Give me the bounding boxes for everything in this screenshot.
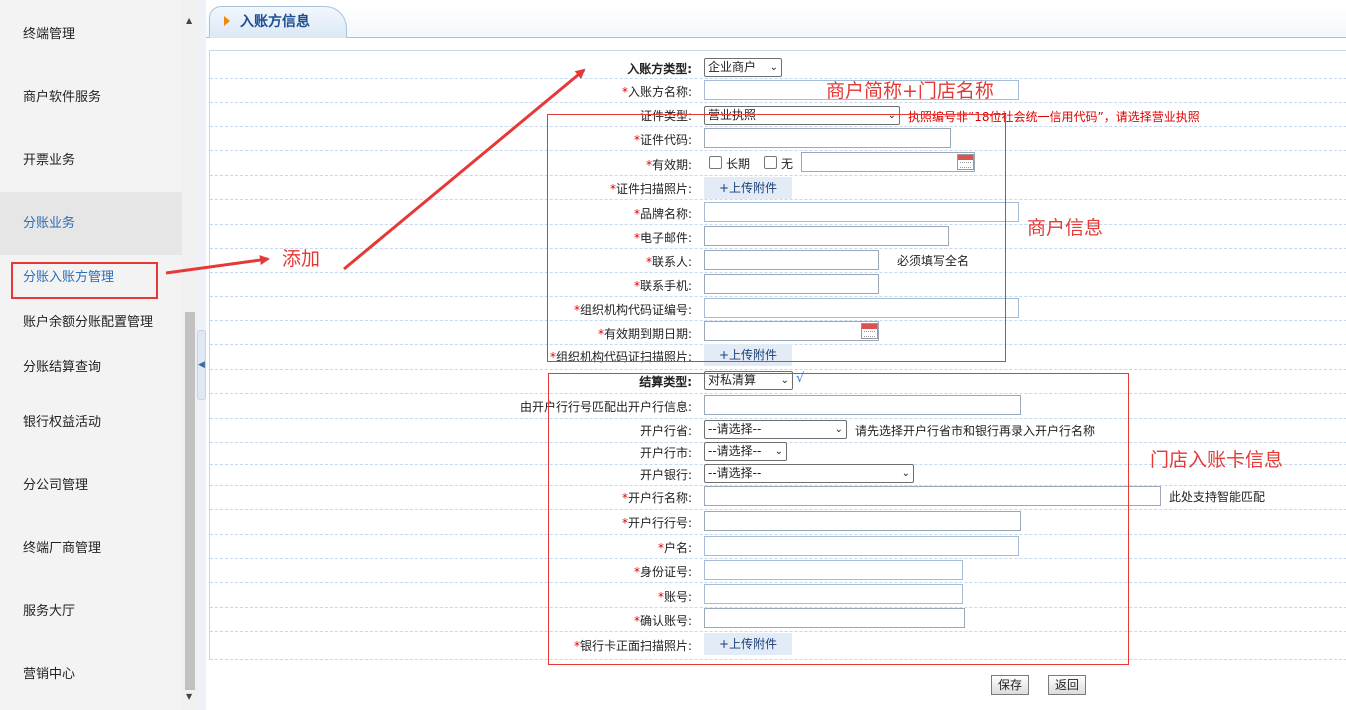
row-divider xyxy=(210,78,1346,79)
annotation-add: 添加 xyxy=(282,248,321,270)
branch-name-hint: 此处支持智能匹配 xyxy=(1169,490,1266,504)
sidebar-subitem-split-query[interactable]: 分账结算查询 xyxy=(0,345,182,390)
sidebar-item-branch[interactable]: 分公司管理 xyxy=(0,454,182,517)
annotation-card-info: 门店入账卡信息 xyxy=(1150,449,1284,471)
sidebar-item-invoice[interactable]: 开票业务 xyxy=(0,129,182,192)
payee-type-value: 企业商户 xyxy=(708,60,757,74)
collapse-left-icon[interactable]: ◀ xyxy=(197,330,206,400)
sidebar-item-service-hall[interactable]: 服务大厅 xyxy=(0,580,182,643)
row-divider xyxy=(210,369,1346,370)
sidebar-item-marketing[interactable]: 营销中心 xyxy=(0,643,182,706)
sidebar-item-vendor[interactable]: 终端厂商管理 xyxy=(0,517,182,580)
sidebar-item-merchant-software[interactable]: 商户软件服务 xyxy=(0,66,182,129)
annotation-highlight-box xyxy=(11,262,158,299)
sidebar-scroll-thumb[interactable] xyxy=(185,312,195,690)
row-divider xyxy=(210,102,1346,103)
payee-type-label: 入账方类型: xyxy=(627,62,692,76)
sidebar-subitem-balance-split[interactable]: 账户余额分账配置管理 xyxy=(0,300,182,345)
annotation-merchant-box xyxy=(547,114,1006,362)
scroll-up-icon[interactable]: ▲ xyxy=(186,16,192,25)
scroll-down-icon[interactable]: ▼ xyxy=(186,692,192,701)
chevron-down-icon: ⌄ xyxy=(769,62,778,73)
tab-title: 入账方信息 xyxy=(240,14,310,30)
back-button[interactable]: 返回 xyxy=(1048,675,1086,695)
payee-type-select[interactable]: 企业商户 ⌄ xyxy=(704,58,782,77)
payee-name-label: *入账方名称: xyxy=(622,83,692,100)
sidebar: 终端管理 商户软件服务 开票业务 分账业务 分账入账方管理 账户余额分账配置管理… xyxy=(0,0,182,710)
annotation-card-box xyxy=(548,373,1129,665)
tab-payee-info[interactable]: 入账方信息 xyxy=(209,6,347,38)
sidebar-item-terminal[interactable]: 终端管理 xyxy=(0,3,182,66)
annotation-merchant-info: 商户信息 xyxy=(1027,217,1104,239)
tab-bar: 入账方信息 xyxy=(206,6,1346,38)
sidebar-item-split[interactable]: 分账业务 xyxy=(0,192,182,255)
payee-name-label-text: 入账方名称: xyxy=(627,85,692,99)
sidebar-item-bank-benefits[interactable]: 银行权益活动 xyxy=(0,391,182,454)
annotation-name-note: 商户简称+门店名称 xyxy=(826,80,994,102)
save-button[interactable]: 保存 xyxy=(991,675,1029,695)
caret-right-icon xyxy=(224,16,230,26)
